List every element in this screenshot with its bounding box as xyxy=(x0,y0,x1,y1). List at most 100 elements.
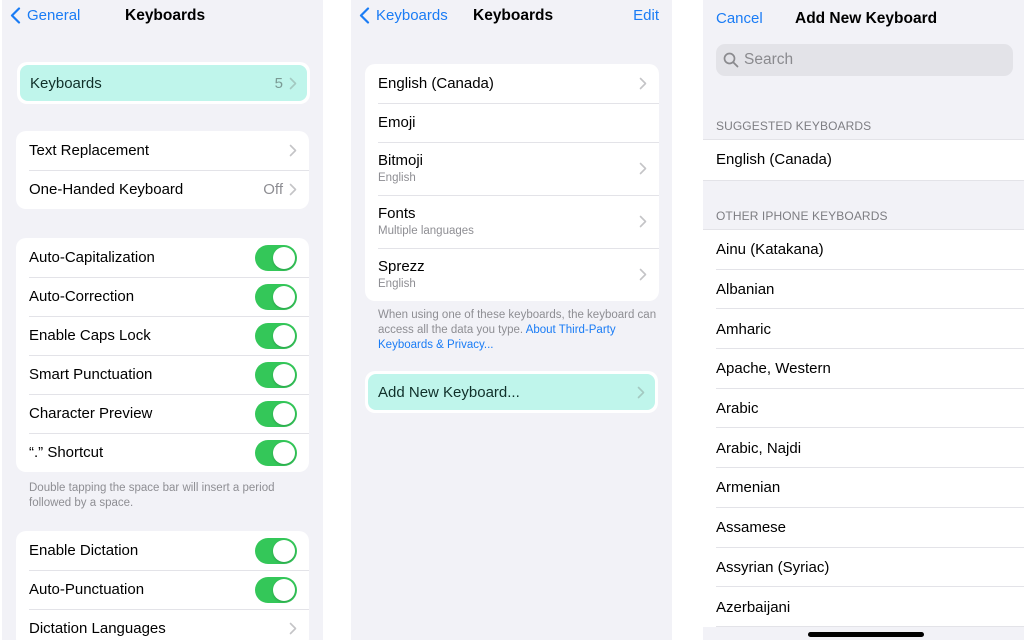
text-options-group: Text Replacement One-Handed Keyboard Off xyxy=(16,131,309,209)
keyboard-toggles-group: Auto-Capitalization Auto-Correction Enab… xyxy=(16,238,309,472)
text-replacement-row[interactable]: Text Replacement xyxy=(16,131,309,170)
smart-punctuation-label: Smart Punctuation xyxy=(29,366,153,383)
list-item[interactable]: Armenian xyxy=(703,468,1024,508)
keyboards-list-screen: Keyboards Keyboards Edit English (Canada… xyxy=(351,0,672,640)
period-shortcut-row: “.” Shortcut xyxy=(16,433,309,472)
list-item[interactable]: Assyrian (Syriac) xyxy=(703,548,1024,588)
list-item[interactable]: Amharic xyxy=(703,309,1024,349)
one-handed-keyboard-value: Off xyxy=(263,181,283,198)
list-item[interactable]: Arabic, Najdi xyxy=(703,428,1024,468)
third-party-footnote: When using one of these keyboards, the k… xyxy=(378,308,666,353)
enable-dictation-label: Enable Dictation xyxy=(29,542,139,559)
period-shortcut-label: “.” Shortcut xyxy=(29,444,104,461)
chevron-right-icon xyxy=(639,215,647,228)
search-input[interactable]: Search xyxy=(716,44,1013,76)
auto-capitalization-label: Auto-Capitalization xyxy=(29,249,155,266)
page-title: Keyboards xyxy=(125,7,206,24)
chevron-right-icon xyxy=(289,77,297,90)
keyboard-item[interactable]: English (Canada) xyxy=(365,64,659,103)
list-item[interactable]: Azerbaijani xyxy=(703,587,1024,627)
keyboard-name: Fonts xyxy=(378,205,416,222)
list-item[interactable]: Assamese xyxy=(703,508,1024,548)
add-new-keyboard-button[interactable]: Add New Keyboard... xyxy=(368,374,655,410)
keyboard-item[interactable]: Emoji xyxy=(365,103,659,142)
character-preview-row: Character Preview xyxy=(16,394,309,433)
suggested-keyboards-list: English (Canada) xyxy=(703,139,1024,181)
nav-bar: Cancel Add New Keyboard xyxy=(703,0,1024,34)
other-keyboards-list: Ainu (Katakana) Albanian Amharic Apache,… xyxy=(703,229,1024,627)
suggested-keyboards-header: SUGGESTED KEYBOARDS xyxy=(716,119,872,133)
home-indicator[interactable] xyxy=(808,632,924,637)
dictation-group: Enable Dictation Auto-Punctuation Dictat… xyxy=(16,531,309,640)
dictation-languages-row[interactable]: Dictation Languages xyxy=(16,609,309,640)
keyboard-language: English xyxy=(378,172,416,184)
chevron-right-icon xyxy=(289,144,297,157)
keyboard-name: Emoji xyxy=(378,114,416,131)
back-button-general[interactable]: General xyxy=(10,7,80,24)
keyboards-row[interactable]: Keyboards 5 xyxy=(20,65,307,101)
auto-punctuation-toggle[interactable] xyxy=(255,576,297,603)
keyboards-settings-screen: General Keyboards Keyboards 5 Text Repla… xyxy=(2,0,323,640)
auto-capitalization-row: Auto-Capitalization xyxy=(16,238,309,277)
keyboard-language: Multiple languages xyxy=(378,225,474,237)
chevron-right-icon xyxy=(637,386,645,399)
chevron-right-icon xyxy=(639,268,647,281)
add-new-keyboard-card: Add New Keyboard... xyxy=(365,371,658,413)
chevron-left-icon xyxy=(359,7,370,24)
caps-lock-label: Enable Caps Lock xyxy=(29,327,151,344)
back-label: General xyxy=(27,7,81,24)
list-item[interactable]: English (Canada) xyxy=(703,140,1024,180)
auto-correction-label: Auto-Correction xyxy=(29,288,135,305)
keyboards-label: Keyboards xyxy=(30,74,102,92)
nav-bar: General Keyboards xyxy=(2,0,323,34)
page-title: Keyboards xyxy=(473,7,554,24)
enable-dictation-row: Enable Dictation xyxy=(16,531,309,570)
list-item[interactable]: Albanian xyxy=(703,270,1024,310)
chevron-right-icon xyxy=(639,162,647,175)
chevron-right-icon xyxy=(639,77,647,90)
list-item[interactable]: Apache, Western xyxy=(703,349,1024,389)
character-preview-label: Character Preview xyxy=(29,405,153,422)
keyboards-count: 5 xyxy=(274,74,283,92)
add-new-keyboard-screen: Cancel Add New Keyboard Search SUGGESTED… xyxy=(703,0,1024,640)
page-title: Add New Keyboard xyxy=(795,10,938,27)
keyboard-item[interactable]: Bitmoji English xyxy=(365,142,659,195)
chevron-left-icon xyxy=(10,7,21,24)
back-label: Keyboards xyxy=(376,7,448,24)
character-preview-toggle[interactable] xyxy=(255,400,297,427)
caps-lock-row: Enable Caps Lock xyxy=(16,316,309,355)
caps-lock-toggle[interactable] xyxy=(255,322,297,349)
keyboards-row-card: Keyboards 5 xyxy=(17,62,310,104)
one-handed-keyboard-label: One-Handed Keyboard xyxy=(29,181,184,198)
keyboard-item[interactable]: Fonts Multiple languages xyxy=(365,195,659,248)
edit-button[interactable]: Edit xyxy=(633,7,659,24)
auto-punctuation-row: Auto-Punctuation xyxy=(16,570,309,609)
keyboard-name: Sprezz xyxy=(378,258,425,275)
search-placeholder: Search xyxy=(744,51,794,68)
other-keyboards-header: OTHER IPHONE KEYBOARDS xyxy=(716,209,888,223)
installed-keyboards-group: English (Canada) Emoji Bitmoji English F… xyxy=(365,64,659,301)
list-item[interactable]: Ainu (Katakana) xyxy=(703,230,1024,270)
nav-bar: Keyboards Keyboards Edit xyxy=(351,0,672,34)
cancel-button[interactable]: Cancel xyxy=(716,10,763,27)
search-icon xyxy=(723,52,739,68)
smart-punctuation-row: Smart Punctuation xyxy=(16,355,309,394)
back-button-keyboards[interactable]: Keyboards xyxy=(359,7,448,24)
auto-capitalization-toggle[interactable] xyxy=(255,244,297,271)
text-replacement-label: Text Replacement xyxy=(29,142,150,159)
chevron-right-icon xyxy=(289,622,297,635)
keyboard-item[interactable]: Sprezz English xyxy=(365,248,659,301)
period-shortcut-footnote: Double tapping the space bar will insert… xyxy=(29,482,275,509)
one-handed-keyboard-row[interactable]: One-Handed Keyboard Off xyxy=(16,170,309,209)
enable-dictation-toggle[interactable] xyxy=(255,537,297,564)
chevron-right-icon xyxy=(289,183,297,196)
add-new-keyboard-label: Add New Keyboard... xyxy=(378,383,520,401)
auto-correction-row: Auto-Correction xyxy=(16,277,309,316)
smart-punctuation-toggle[interactable] xyxy=(255,361,297,388)
list-item[interactable]: Arabic xyxy=(703,389,1024,429)
keyboard-language: English xyxy=(378,278,416,290)
dictation-languages-label: Dictation Languages xyxy=(29,620,166,637)
keyboard-name: English (Canada) xyxy=(378,75,494,92)
auto-correction-toggle[interactable] xyxy=(255,283,297,310)
period-shortcut-toggle[interactable] xyxy=(255,439,297,466)
